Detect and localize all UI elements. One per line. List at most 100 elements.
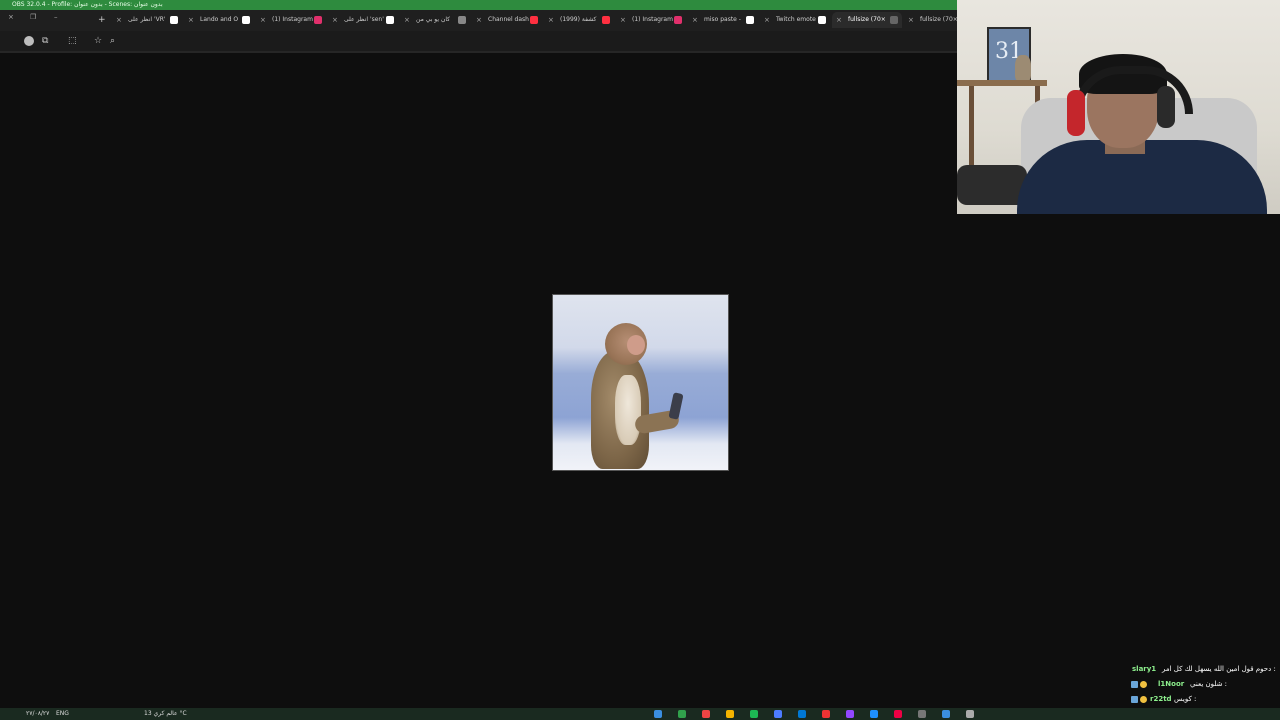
taskbar-app-icon[interactable] [846,710,854,718]
taskbar-app-icon[interactable] [774,710,782,718]
browser-tab[interactable]: × (1999) كشفة [544,12,614,28]
headphone-right-cup [1157,86,1175,128]
obs-titlebar: OBS 32.0.4 - Profile: بدون عنوان - Scene… [0,0,957,10]
monkey-face [627,335,645,355]
moderator-badge-icon [1131,696,1138,703]
chat-overlay: slary1 دحوم قول امين الله يسهل لك كل امر… [1128,662,1280,708]
tab-favicon-icon [242,16,250,24]
browser-toolbar: ⧉ ⬚ ☆ ⌕ [0,31,957,53]
tab-favicon-icon [458,16,466,24]
tab-label: fullsize (70× [920,16,958,23]
tab-close-icon[interactable]: × [836,12,842,28]
tab-close-icon[interactable]: × [764,12,770,28]
tab-strip: × انظر على 'VR' × Lando and O × (1) Instagram… [112,12,970,29]
browser-tab[interactable]: × (1) Instagram [616,12,686,28]
shelf-leg [969,86,974,166]
tab-close-icon[interactable]: × [548,12,554,28]
zoom-icon[interactable]: ⌕ [110,34,115,48]
tab-label: Channel dash [488,16,529,23]
image-viewer [0,53,957,708]
browser-tab[interactable]: × انظر على 'sen' [328,12,398,28]
bookmark-star-icon[interactable]: ☆ [94,34,102,48]
tab-favicon-icon [602,16,610,24]
browser-tab[interactable]: × fullsize (70× [832,12,902,28]
chat-message: slary1 دحوم قول امين الله يسهل لك كل امر… [1128,662,1280,677]
tab-favicon-icon [170,16,178,24]
tab-label: انظر على 'sen' [344,16,384,23]
tab-close-icon[interactable]: × [692,12,698,28]
tab-close-icon[interactable]: × [116,12,122,28]
taskbar-app-icon[interactable] [894,710,902,718]
chat-text: شلون يعني : [1190,680,1228,688]
tab-favicon-icon [674,16,682,24]
taskbar-weather[interactable]: عالم كري 13 °C [144,708,187,720]
share-icon[interactable]: ⬚ [68,34,77,48]
tab-favicon-icon [386,16,394,24]
taskbar-app-icon[interactable] [726,710,734,718]
taskbar-date: ٢٧/٠٨/٢٧ [26,710,50,717]
chat-message: r22td كويس : [1128,692,1280,707]
taskbar-app-icon[interactable] [678,710,686,718]
tab-label: كان يو بي من [416,16,451,23]
emote-badge-icon [1140,696,1147,703]
tab-label: (1) Instagram [272,16,313,23]
microphone-arm [957,165,1027,205]
tab-close-icon[interactable]: × [404,12,410,28]
taskbar-app-icon[interactable] [870,710,878,718]
tab-search-icon[interactable]: ⨯ [8,13,14,21]
chat-username: r22td [1150,695,1172,703]
tab-close-icon[interactable]: × [188,12,194,28]
taskbar-language[interactable]: ENG [56,708,69,720]
tab-favicon-icon [818,16,826,24]
chat-text: كويس : [1174,695,1197,703]
taskbar-app-icon[interactable] [654,710,662,718]
taskbar-app-icon[interactable] [822,710,830,718]
chat-username: slary1 [1132,665,1157,673]
tab-label: (1999) كشفة [560,16,597,23]
chat-username: l1Noor [1158,680,1185,688]
tab-favicon-icon [890,16,898,24]
emote-badge-icon [1140,681,1147,688]
tab-close-icon[interactable]: × [332,12,338,28]
tab-label: Twitch emote [776,16,816,23]
extensions-icon[interactable]: ⧉ [42,34,48,48]
chat-message: l1Noor شلون يعني : [1128,677,1280,692]
tab-favicon-icon [746,16,754,24]
tab-close-icon[interactable]: × [620,12,626,28]
tab-label: انظر على 'VR' [128,16,166,23]
tab-close-icon[interactable]: × [260,12,266,28]
vase [1015,55,1031,81]
headphone-left-cup [1067,90,1085,136]
taskbar-app-icon[interactable] [750,710,758,718]
browser-tab[interactable]: × miso paste - [688,12,758,28]
browser-tab[interactable]: × Lando and O [184,12,254,28]
webcam-overlay: 31 [957,0,1280,214]
taskbar-app-icon[interactable] [918,710,926,718]
taskbar-app-icon[interactable] [966,710,974,718]
taskbar-app-icon[interactable] [942,710,950,718]
tab-close-icon[interactable]: × [476,12,482,28]
moderator-badge-icon [1131,681,1138,688]
chat-text: دحوم قول امين الله يسهل لك كل امر : [1162,665,1276,673]
profile-avatar-icon[interactable] [24,36,34,46]
monkey-emote-image [552,294,729,471]
windows-taskbar [0,708,1280,720]
taskbar-app-icon[interactable] [702,710,710,718]
tab-favicon-icon [530,16,538,24]
tab-label: (1) Instagram [632,16,673,23]
tab-label: Lando and O [200,16,239,23]
tab-label: fullsize (70× [848,16,886,23]
browser-tab[interactable]: × (1) Instagram [256,12,326,28]
window-minimize-icon[interactable]: – [54,13,58,21]
tab-close-icon[interactable]: × [908,12,914,28]
browser-tab[interactable]: × انظر على 'VR' [112,12,182,28]
window-restore-icon[interactable]: ❐ [30,13,36,21]
browser-tab[interactable]: × كان يو بي من [400,12,470,28]
obs-window-title: OBS 32.0.4 - Profile: بدون عنوان - Scene… [12,1,163,8]
tab-label: miso paste - [704,16,741,23]
browser-tab[interactable]: × Channel dash [472,12,542,28]
browser-tab[interactable]: × Twitch emote [760,12,830,28]
new-tab-button[interactable]: + [98,13,106,27]
taskbar-app-icon[interactable] [798,710,806,718]
monkey-chest [615,375,641,445]
